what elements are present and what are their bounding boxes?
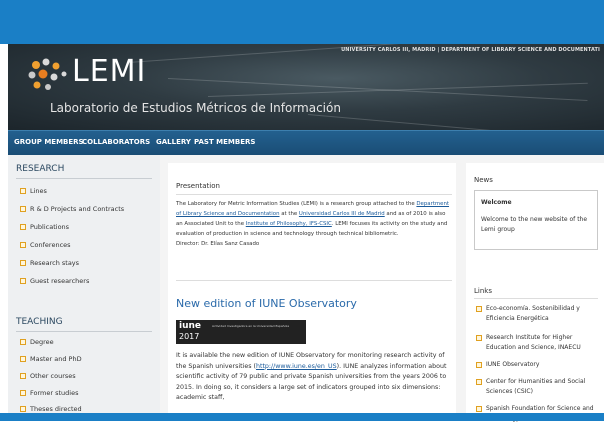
site-subtitle: Laboratorio de Estudios Métricos de Info… <box>50 101 341 115</box>
main-column: Presentation The Laboratory for Metric I… <box>168 163 456 413</box>
right-sidebar: News Welcome Welcome to the new website … <box>466 163 604 422</box>
iune-logo: iune <box>179 321 202 331</box>
checkbox-icon <box>476 335 482 341</box>
nav-gallery[interactable]: GALLERY <box>156 138 191 146</box>
divider <box>16 331 152 332</box>
checkbox-icon <box>476 362 482 368</box>
sidebar-item-guest-researchers[interactable]: Guest researchers <box>20 277 89 285</box>
sidebar-item-master-phd[interactable]: Master and PhD <box>20 355 82 363</box>
checkbox-icon <box>20 406 26 412</box>
iune-banner-image[interactable]: iune 2017 Actividad Investigadora en la … <box>176 320 306 344</box>
news-headline[interactable]: New edition of IUNE Observatory <box>176 297 357 310</box>
welcome-box: Welcome Welcome to the new website of th… <box>474 190 598 250</box>
presentation-text: The Laboratory for Metric Information St… <box>176 201 450 247</box>
link-item[interactable]: Center for Humanities and Social Science… <box>476 377 600 397</box>
nav-collaborators[interactable]: COLLABORATORS <box>82 138 150 146</box>
checkbox-icon <box>20 356 26 362</box>
teaching-title: TEACHING <box>16 317 63 327</box>
checkbox-icon <box>20 278 26 284</box>
divider <box>16 178 152 179</box>
lemi-logo-icon <box>28 58 67 90</box>
presentation-title: Presentation <box>176 182 220 190</box>
checkbox-icon <box>20 339 26 345</box>
welcome-title[interactable]: Welcome <box>481 199 512 206</box>
checkbox-icon <box>20 188 26 194</box>
link-item[interactable]: Eco-economía. Sostenibilidad y Eficienci… <box>476 304 600 324</box>
links-title: Links <box>474 287 492 295</box>
sidebar-item-degree[interactable]: Degree <box>20 338 54 346</box>
sidebar-item-conferences[interactable]: Conferences <box>20 241 71 249</box>
checkbox-icon <box>20 373 26 379</box>
link-ifs-csic[interactable]: Institute of Philosophy, IFS-CSIC <box>246 221 332 227</box>
nav-past-members[interactable]: PAST MEMBERS <box>194 138 255 146</box>
article-text: It is available the new edition of IUNE … <box>176 352 447 401</box>
checkbox-icon <box>20 242 26 248</box>
logo-text[interactable]: LEMI <box>72 54 146 89</box>
iune-caption: Actividad Investigadora en la Universida… <box>212 324 290 328</box>
checkbox-icon <box>20 260 26 266</box>
checkbox-icon <box>20 390 26 396</box>
link-iune[interactable]: http://www.iune.es/en_US <box>256 363 337 370</box>
university-line[interactable]: UNIVERSITY CARLOS III, MADRID | DEPARTME… <box>341 47 600 53</box>
divider <box>474 298 598 299</box>
link-item[interactable]: IUNE Observatory <box>476 360 600 370</box>
checkbox-icon <box>20 224 26 230</box>
news-title: News <box>474 176 493 184</box>
sidebar-item-projects[interactable]: R & D Projects and Contracts <box>20 205 124 213</box>
left-sidebar: RESEARCH Lines R & D Projects and Contra… <box>8 155 160 413</box>
divider <box>176 194 452 195</box>
top-blue-bar <box>0 0 604 44</box>
content-area: RESEARCH Lines R & D Projects and Contra… <box>8 155 604 422</box>
checkbox-icon <box>476 379 482 385</box>
sidebar-item-other-courses[interactable]: Other courses <box>20 372 76 380</box>
iune-year: 2017 <box>179 332 200 341</box>
link-uc3m[interactable]: Universidad Carlos III de Madrid <box>299 211 385 217</box>
sidebar-item-theses-directed[interactable]: Theses directed <box>20 405 82 413</box>
sidebar-item-lines[interactable]: Lines <box>20 187 47 195</box>
welcome-text: Welcome to the new website of the Lemi g… <box>481 216 588 233</box>
checkbox-icon <box>476 306 482 312</box>
nav-group-members[interactable]: GROUP MEMBERS <box>14 138 84 146</box>
link-item[interactable]: Research Institute for Higher Education … <box>476 333 600 353</box>
divider <box>176 280 452 281</box>
sidebar-item-former-studies[interactable]: Former studies <box>20 389 78 397</box>
sidebar-item-research-stays[interactable]: Research stays <box>20 259 79 267</box>
checkbox-icon <box>20 206 26 212</box>
screenshot-frame: LEMI Laboratorio de Estudios Métricos de… <box>0 0 604 422</box>
director-line: Director: Dr. Elías Sanz Casado <box>176 241 260 247</box>
bottom-blue-bar <box>0 413 604 421</box>
site-banner: LEMI Laboratorio de Estudios Métricos de… <box>8 44 604 130</box>
sidebar-item-publications[interactable]: Publications <box>20 223 69 231</box>
main-nav: GROUP MEMBERS COLLABORATORS GALLERY PAST… <box>8 130 604 155</box>
checkbox-icon <box>476 406 482 412</box>
research-title: RESEARCH <box>16 164 65 174</box>
